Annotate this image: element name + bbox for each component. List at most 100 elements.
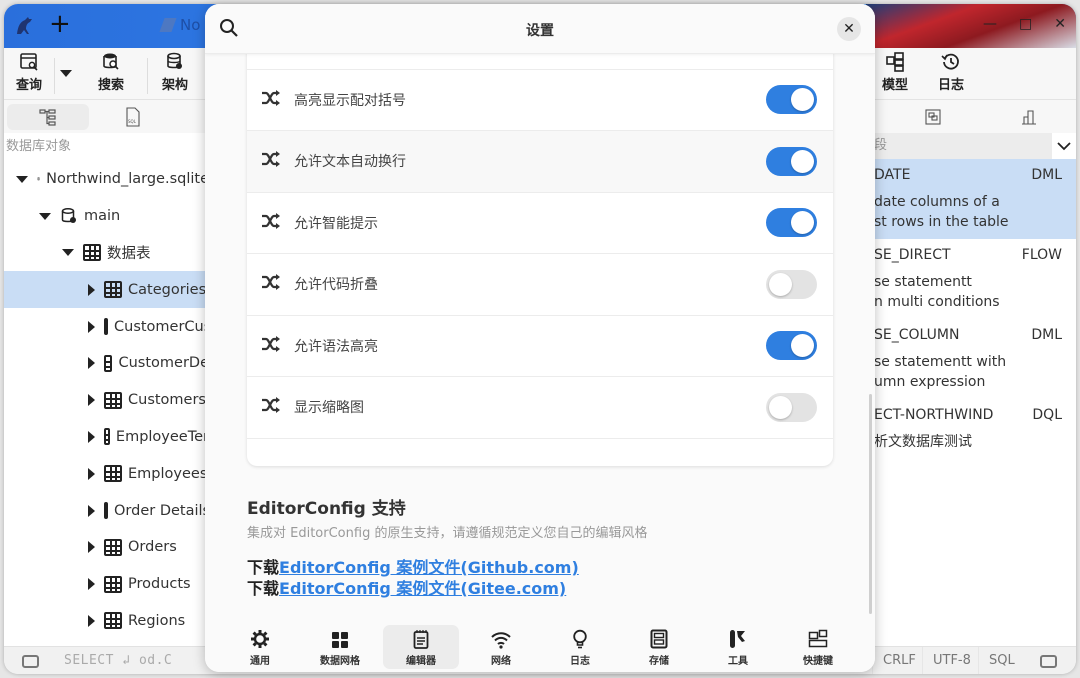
- snippet-item[interactable]: SE_COLUMN DML se statementt with umn expres…: [874, 319, 1076, 399]
- snippet-desc-line: umn expression: [874, 374, 986, 390]
- search-button[interactable]: 搜索: [98, 52, 124, 93]
- snippets-panel: 段 DATE DML date columns of a st rows in the…: [874, 101, 1076, 646]
- new-tab-button[interactable]: +: [49, 10, 71, 38]
- toggle-knob: [791, 88, 814, 112]
- table-icon: [83, 244, 101, 262]
- close-icon: ✕: [843, 21, 855, 37]
- tree-item[interactable]: 数据表: [4, 235, 209, 272]
- expand-arrow-icon[interactable]: [88, 614, 95, 627]
- setting-label: 允许文本自动换行: [294, 154, 406, 171]
- tools-icon: [729, 627, 747, 649]
- tree-item[interactable]: Customers: [4, 382, 209, 419]
- close-button[interactable]: ✕: [837, 17, 861, 41]
- nav-item[interactable]: 日志: [542, 625, 618, 669]
- tree-item[interactable]: Regions: [4, 603, 209, 640]
- editor-tab[interactable]: No: [159, 16, 201, 34]
- expand-arrow-icon[interactable]: [88, 578, 95, 591]
- close-window-button[interactable]: ✕: [1054, 16, 1066, 32]
- expand-arrow-icon[interactable]: [88, 541, 95, 554]
- table-icon: [104, 612, 122, 630]
- tree-item[interactable]: EmployeeTer: [4, 419, 209, 456]
- tab-object-tree[interactable]: [7, 104, 89, 130]
- expand-arrow-icon[interactable]: [88, 320, 95, 333]
- snippet-item[interactable]: DATE DML date columns of a st rows in the t…: [874, 159, 1076, 239]
- db-schema-icon: [167, 52, 182, 69]
- nav-item-label: 网络: [491, 656, 511, 667]
- tree-item[interactable]: Categories: [4, 271, 209, 309]
- minimize-button[interactable]: —: [983, 16, 997, 32]
- log-button[interactable]: 日志: [938, 52, 964, 93]
- toggle-right-panel-icon[interactable]: [1040, 655, 1057, 668]
- nav-item[interactable]: 快捷键: [780, 625, 856, 669]
- line-ending[interactable]: CRLF: [872, 647, 926, 674]
- tree-item-label: Products: [128, 576, 191, 593]
- collapse-arrow-icon[interactable]: [16, 175, 28, 183]
- chevron-down-icon[interactable]: [1052, 133, 1076, 159]
- tree-item[interactable]: Products: [4, 566, 209, 603]
- nav-item[interactable]: 工具: [700, 625, 776, 669]
- query-dropdown-caret-icon[interactable]: [60, 70, 72, 77]
- gitee-link[interactable]: EditorConfig 案例文件(Gitee.com): [279, 579, 566, 598]
- tree-item[interactable]: Northwind_large.sqlite: [4, 161, 209, 198]
- tree-item[interactable]: Orders: [4, 529, 209, 566]
- table-icon: [104, 281, 122, 299]
- setting-label: 显示缩略图: [294, 400, 364, 417]
- toggle-knob: [791, 334, 814, 358]
- table-icon: [104, 391, 122, 409]
- setting-toggle[interactable]: [766, 85, 817, 115]
- tree-item[interactable]: CustomerDe: [4, 345, 209, 382]
- model-button[interactable]: 模型: [882, 52, 908, 93]
- snippet-frame-icon[interactable]: [924, 108, 942, 126]
- schema-button[interactable]: 架构: [162, 52, 188, 93]
- expand-arrow-icon[interactable]: [88, 357, 95, 370]
- tree-item[interactable]: CustomerCus: [4, 308, 211, 345]
- expand-arrow-icon[interactable]: [88, 394, 95, 407]
- tab-sql-files[interactable]: SQL: [92, 104, 174, 130]
- expand-arrow-icon[interactable]: [88, 430, 95, 443]
- setting-toggle[interactable]: [766, 146, 817, 176]
- snippet-item[interactable]: SE_DIRECT FLOW se statementt n multi condit…: [874, 239, 1076, 319]
- nav-item[interactable]: 通用: [222, 625, 298, 669]
- collapse-arrow-icon[interactable]: [39, 212, 51, 220]
- object-tree: Northwind_large.sqlite main 数据表 Categories C…: [4, 161, 211, 640]
- editor-tab-label: No: [180, 16, 201, 34]
- tree-item[interactable]: Employees: [4, 455, 209, 492]
- setting-toggle[interactable]: [766, 208, 817, 238]
- snippet-search-input[interactable]: 段: [874, 133, 1052, 159]
- snippet-item[interactable]: ECT-NORTHWIND DQL 析文数据库测试: [874, 399, 1076, 479]
- query-button[interactable]: 查询: [16, 52, 42, 93]
- nav-item[interactable]: 数据网格: [302, 625, 378, 669]
- expand-arrow-icon[interactable]: [88, 504, 95, 517]
- maximize-button[interactable]: □: [1019, 16, 1032, 32]
- toolbar-divider: [147, 58, 148, 94]
- tree-item[interactable]: main: [4, 198, 209, 235]
- snippet-description: se statementt with umn expression: [874, 352, 1006, 392]
- schema-icon: [61, 208, 76, 224]
- setting-toggle[interactable]: [766, 269, 817, 299]
- toggle-knob: [791, 211, 814, 235]
- nav-item-label: 快捷键: [803, 656, 833, 667]
- snippet-name: DATE: [874, 167, 911, 183]
- toggle-left-panel-icon[interactable]: [22, 655, 39, 668]
- language[interactable]: SQL: [978, 647, 1025, 674]
- nav-item[interactable]: 存储: [621, 625, 697, 669]
- building-icon[interactable]: [1020, 108, 1038, 126]
- nav-item-label: 编辑器: [406, 656, 436, 667]
- collapse-arrow-icon[interactable]: [62, 249, 74, 257]
- encoding[interactable]: UTF-8: [922, 647, 981, 674]
- expand-arrow-icon[interactable]: [88, 467, 95, 480]
- scrollbar[interactable]: [869, 394, 872, 614]
- snippet-description: 析文数据库测试: [874, 432, 972, 452]
- snippet-description: se statementt n multi conditions: [874, 272, 1000, 312]
- tree-item[interactable]: Order Details: [4, 492, 210, 529]
- nav-item[interactable]: 编辑器: [383, 625, 459, 669]
- setting-toggle[interactable]: [766, 392, 817, 422]
- expand-arrow-icon[interactable]: [88, 283, 95, 296]
- toggle-knob: [769, 272, 792, 296]
- snippet-kind: DML: [1031, 167, 1062, 183]
- setting-row: 高亮显示配对括号: [247, 70, 833, 131]
- lightbulb-icon: [572, 627, 588, 649]
- setting-toggle[interactable]: [766, 331, 817, 361]
- nav-item[interactable]: 网络: [463, 625, 539, 669]
- toggle-knob: [791, 149, 814, 173]
